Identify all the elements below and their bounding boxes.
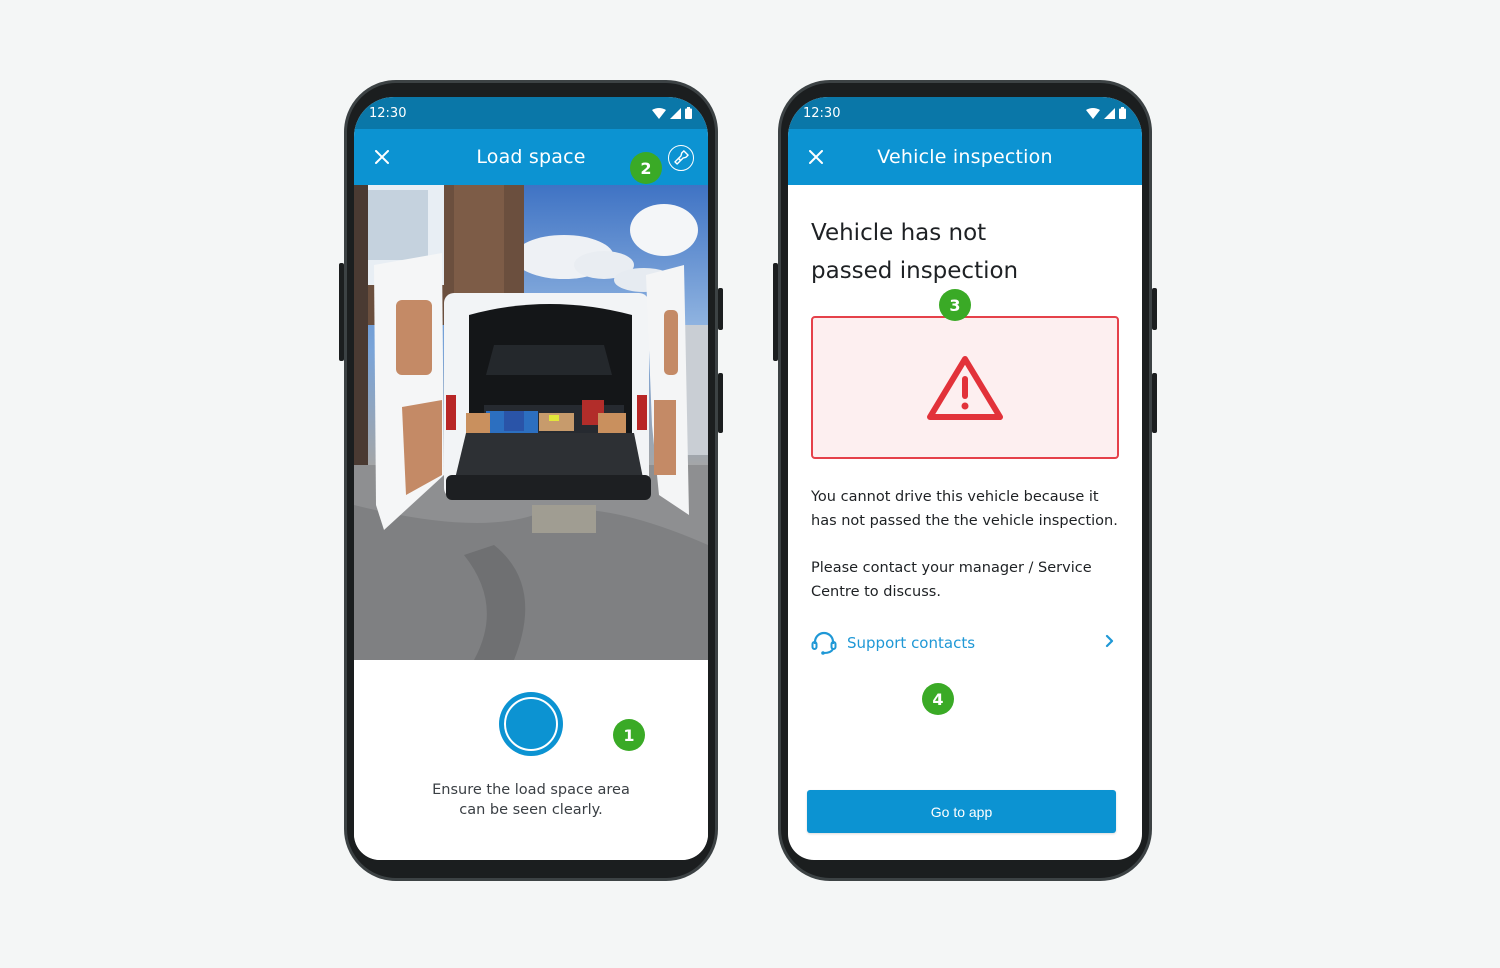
status-time: 12:30: [803, 105, 841, 121]
side-button: [718, 288, 723, 330]
headset-icon: [811, 631, 837, 655]
support-contacts-label: Support contacts: [847, 634, 976, 652]
chevron-right-icon: [1105, 634, 1114, 648]
capture-hint: Ensure the load space area can be seen c…: [354, 780, 708, 820]
failure-message: You cannot drive this vehicle because it…: [811, 489, 1118, 529]
hint-line-1: Ensure the load space area: [432, 782, 630, 798]
side-button: [339, 263, 344, 361]
contact-message: Please contact your manager / Service Ce…: [811, 560, 1092, 600]
close-icon: [375, 150, 389, 164]
battery-icon: [685, 107, 692, 119]
app-bar: Load space 2: [354, 129, 708, 185]
close-button[interactable]: [804, 145, 828, 169]
signal-icon: [670, 107, 681, 119]
failure-heading: Vehicle has not passed inspection: [811, 220, 1019, 284]
side-button: [718, 373, 723, 433]
capture-area: 1 Ensure the load space area can be seen…: [354, 660, 708, 860]
side-button: [773, 263, 778, 361]
wifi-icon: [652, 107, 666, 119]
phone-load-space: 12:30 Load space 2 1 Ensure the load spa…: [339, 80, 723, 881]
battery-icon: [1119, 107, 1126, 119]
screen: 12:30 Vehicle inspection Vehicle has not…: [788, 97, 1142, 860]
annotation-badge-3: 3: [939, 289, 971, 321]
flashlight-button[interactable]: [668, 145, 694, 171]
status-bar: 12:30: [354, 97, 708, 129]
status-bar: 12:30: [788, 97, 1142, 129]
inspection-content: Vehicle has not passed inspection 3 You …: [788, 214, 1142, 715]
wifi-icon: [1086, 107, 1100, 119]
close-icon: [809, 150, 823, 164]
side-button: [1152, 373, 1157, 433]
go-to-app-button[interactable]: Go to app: [807, 790, 1116, 833]
app-bar: Vehicle inspection: [788, 129, 1142, 185]
support-contacts-link[interactable]: Support contacts: [811, 628, 1119, 658]
van-photo-illustration: [354, 185, 708, 660]
annotation-badge-4: 4: [922, 683, 954, 715]
warning-triangle-icon: [927, 355, 1003, 420]
signal-icon: [1104, 107, 1115, 119]
camera-preview-photo: [354, 185, 708, 660]
hint-line-2: can be seen clearly.: [459, 802, 603, 818]
phone-vehicle-inspection: 12:30 Vehicle inspection Vehicle has not…: [773, 80, 1157, 881]
close-button[interactable]: [370, 145, 394, 169]
page-title: Vehicle inspection: [877, 146, 1053, 168]
annotation-badge-1: 1: [613, 719, 645, 751]
annotation-badge-2: 2: [630, 152, 662, 184]
shutter-ring: [504, 697, 558, 751]
shutter-button[interactable]: [499, 692, 563, 756]
screen: 12:30 Load space 2 1 Ensure the load spa…: [354, 97, 708, 860]
side-button: [1152, 288, 1157, 330]
alert-box: [811, 316, 1119, 459]
status-time: 12:30: [369, 105, 407, 121]
flashlight-icon: [674, 150, 689, 165]
